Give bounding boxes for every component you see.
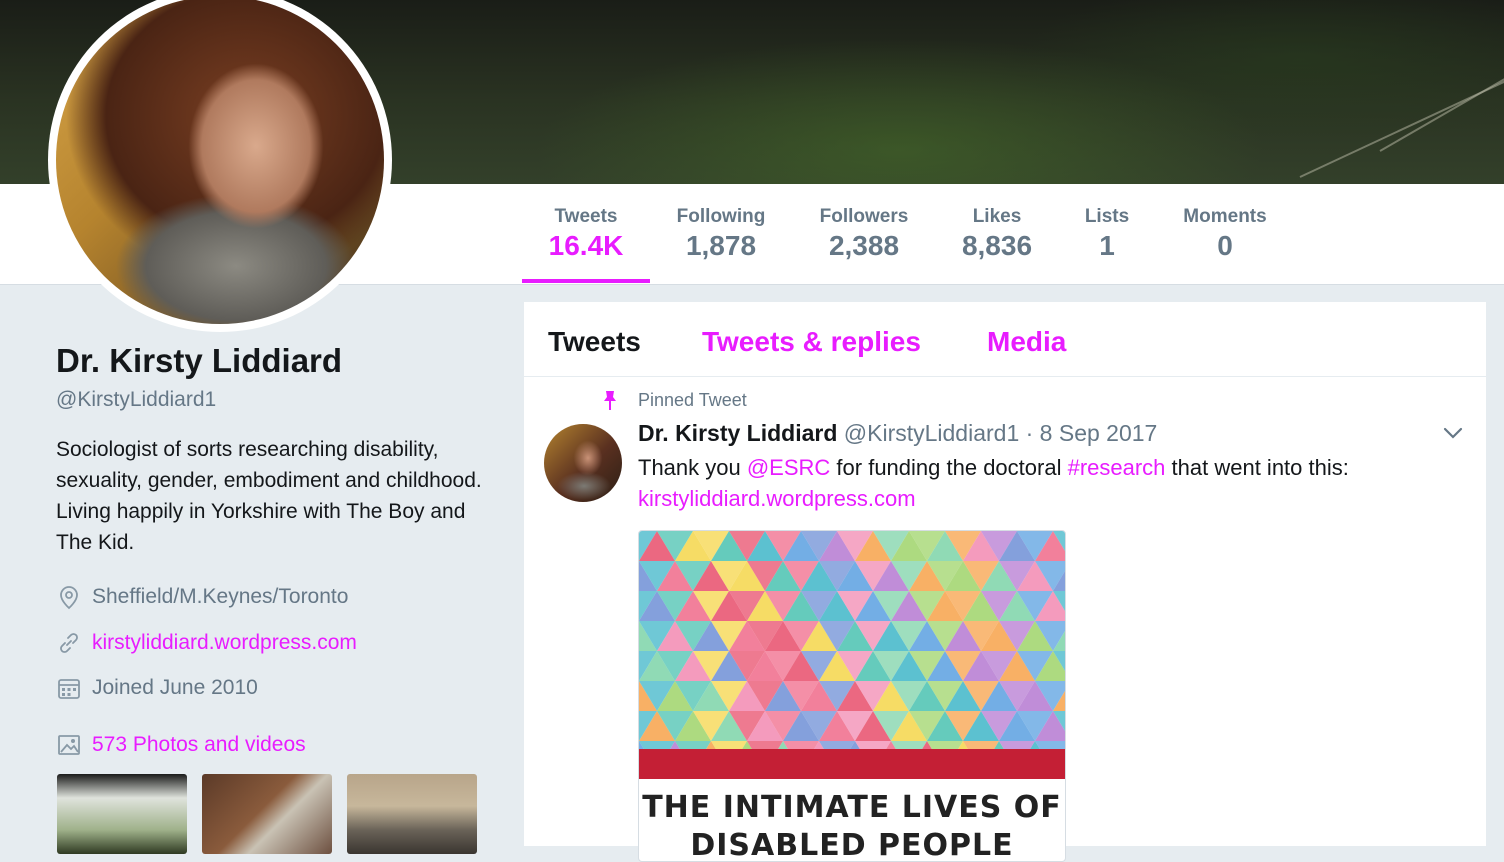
media-thumbnail[interactable] [202, 774, 332, 854]
stat-following[interactable]: Following 1,878 [672, 206, 770, 262]
stat-likes[interactable]: Likes 8,836 [957, 206, 1037, 262]
tab-tweets[interactable]: Tweets [548, 326, 641, 358]
stat-value: 1 [1080, 230, 1134, 262]
hashtag-link[interactable]: #research [1068, 455, 1166, 480]
stat-value: 8,836 [957, 230, 1037, 262]
profile-avatar-frame [48, 0, 392, 332]
active-stat-indicator [522, 279, 650, 283]
tab-tweets-replies[interactable]: Tweets & replies [702, 326, 921, 358]
profile-name: Dr. Kirsty Liddiard [56, 342, 342, 380]
tab-media[interactable]: Media [987, 326, 1066, 358]
book-cover-title: THE INTIMATE LIVES OF DISABLED PEOPLE [639, 789, 1065, 862]
tweet-media-card[interactable]: THE INTIMATE LIVES OF DISABLED PEOPLE [638, 530, 1066, 862]
book-title-line: DISABLED PEOPLE [639, 827, 1065, 862]
joined-text: Joined June 2010 [92, 676, 258, 700]
tweet-url-link[interactable]: kirstyliddiard.wordpress.com [638, 486, 916, 511]
book-cover-art [639, 531, 1065, 751]
stat-label: Followers [815, 206, 913, 228]
profile-bio: Sociologist of sorts researching disabil… [56, 434, 496, 558]
stat-label: Moments [1176, 206, 1274, 228]
mention-link[interactable]: @ESRC [747, 455, 830, 480]
chevron-down-icon[interactable] [1442, 426, 1464, 440]
website-link[interactable]: kirstyliddiard.wordpress.com [92, 631, 357, 655]
stat-lists[interactable]: Lists 1 [1080, 206, 1134, 262]
profile-sidebar: Dr. Kirsty Liddiard @KirstyLiddiard1 Soc… [0, 284, 522, 846]
tweet-text-part: for funding the doctoral [830, 455, 1067, 480]
profile-media: 573 Photos and videos [56, 732, 306, 758]
profile-location: Sheffield/M.Keynes/Toronto [56, 584, 348, 610]
tweet-avatar[interactable] [544, 424, 622, 502]
location-text: Sheffield/M.Keynes/Toronto [92, 585, 348, 609]
profile-website: kirstyliddiard.wordpress.com [56, 630, 357, 656]
location-icon [56, 584, 82, 610]
stat-value: 2,388 [815, 230, 913, 262]
tweet-text-part: that went into this: [1165, 455, 1348, 480]
timeline-tabs: Tweets Tweets & replies Media [524, 302, 1486, 377]
banner-fence-rail [1300, 79, 1504, 178]
avatar[interactable] [56, 0, 384, 324]
stat-label: Following [672, 206, 770, 228]
tweet-text-part: Thank you [638, 455, 747, 480]
media-thumbnail[interactable] [347, 774, 477, 854]
tweet-author[interactable]: Dr. Kirsty Liddiard [638, 420, 837, 446]
stat-label: Likes [957, 206, 1037, 228]
tweet-meta: @KirstyLiddiard1 · 8 Sep 2017 [844, 420, 1158, 446]
pinned-label: Pinned Tweet [638, 390, 747, 411]
pin-icon [600, 390, 620, 412]
photos-videos-link[interactable]: 573 Photos and videos [92, 733, 306, 757]
stat-value: 0 [1176, 230, 1274, 262]
stat-moments[interactable]: Moments 0 [1176, 206, 1274, 262]
tweet-header: Dr. Kirsty Liddiard @KirstyLiddiard1 · 8… [638, 420, 1157, 447]
calendar-icon [56, 675, 82, 701]
tweet-text: Thank you @ESRC for funding the doctoral… [638, 452, 1438, 514]
stat-value: 1,878 [672, 230, 770, 262]
profile-joined: Joined June 2010 [56, 675, 258, 701]
book-title-line: THE INTIMATE LIVES OF [639, 789, 1065, 827]
stat-tweets[interactable]: Tweets 16.4K [545, 206, 627, 262]
stat-label: Tweets [545, 206, 627, 228]
media-thumbnail[interactable] [57, 774, 187, 854]
stat-label: Lists [1080, 206, 1134, 228]
photo-icon [56, 732, 82, 758]
link-icon [56, 630, 82, 656]
book-cover-band [639, 749, 1065, 779]
stat-followers[interactable]: Followers 2,388 [815, 206, 913, 262]
profile-handle: @KirstyLiddiard1 [56, 388, 216, 412]
timeline: Tweets Tweets & replies Media Pinned Twe… [524, 302, 1486, 846]
stat-value: 16.4K [545, 230, 627, 262]
